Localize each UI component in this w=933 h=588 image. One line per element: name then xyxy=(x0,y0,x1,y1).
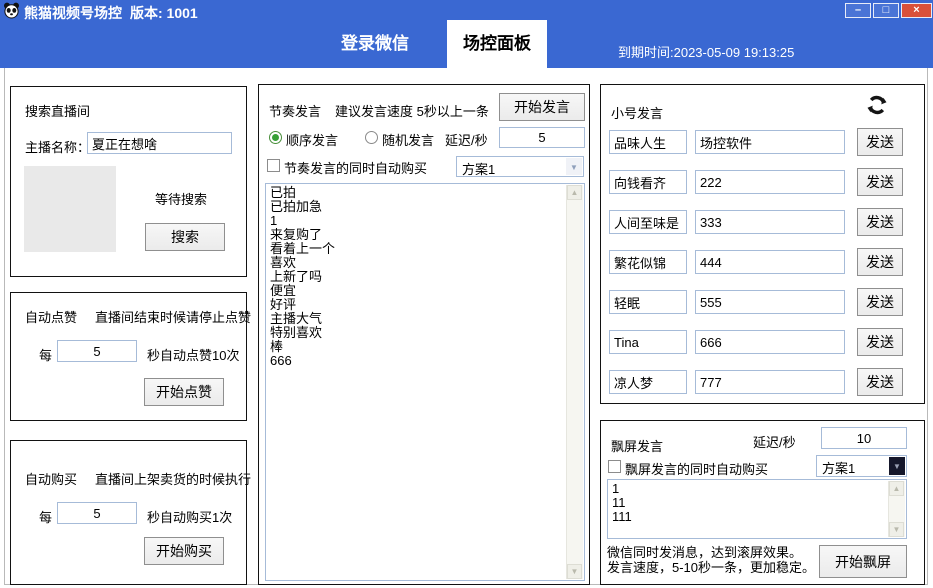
alt-name-input[interactable] xyxy=(609,370,687,394)
alt-name-input[interactable] xyxy=(609,250,687,274)
tab-control-panel[interactable]: 场控面板 xyxy=(447,20,547,68)
every-label: 每 xyxy=(39,507,52,526)
send-button[interactable]: 发送 xyxy=(857,368,903,396)
auto-buy-title: 自动购买 xyxy=(25,469,77,488)
rhythm-speed-hint: 建议发言速度 5秒以上一条 xyxy=(335,101,489,120)
app-version: 版本: 1001 xyxy=(130,3,198,23)
radio-random-label[interactable]: 随机发言 xyxy=(382,130,434,149)
auto-like-panel: 自动点赞 直播间结束时候请停止点赞 每 秒自动点赞10次 开始点赞 xyxy=(10,292,247,421)
search-status-text: 等待搜索 xyxy=(155,189,207,208)
rhythm-messages-textarea[interactable]: 已拍 已拍加急 1 来复购了 看着上一个 喜欢 上新了吗 便宜 好评 主播大气 … xyxy=(266,184,584,580)
app-title: 熊猫视频号场控 xyxy=(24,3,122,23)
alt-message-input[interactable] xyxy=(695,170,845,194)
alt-account-speech-panel: 小号发言 发送 发送 发送 发送 发送 发送 xyxy=(600,84,925,404)
float-screen-speech-panel: 飘屏发言 延迟/秒 飘屏发言的同时自动购买 方案1 ▼ 1 11 111 ▲ ▼… xyxy=(600,420,925,585)
scroll-up-icon[interactable]: ▲ xyxy=(889,481,904,496)
host-name-label: 主播名称： xyxy=(25,137,90,156)
search-button[interactable]: 搜索 xyxy=(145,223,225,251)
alt-message-input[interactable] xyxy=(695,330,845,354)
alt-message-input[interactable] xyxy=(695,130,845,154)
start-buy-button[interactable]: 开始购买 xyxy=(144,537,224,565)
live-room-thumbnail-placeholder xyxy=(24,166,116,252)
rhythm-title: 节奏发言 xyxy=(269,101,321,120)
rhythm-messages-area: 已拍 已拍加急 1 来复购了 看着上一个 喜欢 上新了吗 便宜 好评 主播大气 … xyxy=(265,183,585,581)
delay-seconds-label: 延迟/秒 xyxy=(445,130,488,149)
auto-buy-panel: 自动购买 直播间上架卖货的时候执行 每 秒自动购买1次 开始购买 xyxy=(10,440,247,585)
like-interval-input[interactable] xyxy=(57,340,137,362)
app-window: 熊猫视频号场控 版本: 1001 – □ × 登录微信 场控面板 到期时间:20… xyxy=(0,0,933,588)
expiry-time: 到期时间:2023-05-09 19:13:25 xyxy=(618,42,794,61)
float-panel-title: 飘屏发言 xyxy=(611,436,663,455)
plan-select[interactable]: 方案1 ▼ xyxy=(456,156,584,177)
host-name-input[interactable] xyxy=(87,132,232,154)
float-note-line2: 发言速度，5-10秒一条，更加稳定。 xyxy=(607,557,815,576)
radio-random-speech[interactable] xyxy=(365,131,378,144)
alt-message-input[interactable] xyxy=(695,250,845,274)
float-messages-area: 1 11 111 ▲ ▼ xyxy=(607,479,907,539)
plan-selected-value: 方案1 xyxy=(462,159,495,178)
radio-sequential-label[interactable]: 顺序发言 xyxy=(286,130,338,149)
float-messages-textarea[interactable]: 1 11 111 xyxy=(608,480,906,538)
rhythm-speech-panel: 节奏发言 建议发言速度 5秒以上一条 开始发言 顺序发言 随机发言 延迟/秒 节… xyxy=(258,84,590,585)
auto-buy-while-float-label[interactable]: 飘屏发言的同时自动购买 xyxy=(625,459,768,478)
tab-login-wechat[interactable]: 登录微信 xyxy=(300,20,450,68)
chevron-down-icon[interactable]: ▼ xyxy=(566,158,582,175)
alt-message-input[interactable] xyxy=(695,290,845,314)
panda-logo-icon xyxy=(3,2,20,19)
close-icon: × xyxy=(913,4,919,16)
radio-sequential-speech[interactable] xyxy=(269,131,282,144)
send-button[interactable]: 发送 xyxy=(857,248,903,276)
minimize-icon: – xyxy=(855,4,861,16)
close-button[interactable]: × xyxy=(901,3,932,18)
chevron-down-icon[interactable]: ▼ xyxy=(889,457,905,475)
send-button[interactable]: 发送 xyxy=(857,208,903,236)
alt-panel-title: 小号发言 xyxy=(611,103,663,122)
alt-name-input[interactable] xyxy=(609,170,687,194)
minimize-button[interactable]: – xyxy=(845,3,871,18)
send-button[interactable]: 发送 xyxy=(857,288,903,316)
send-button[interactable]: 发送 xyxy=(857,328,903,356)
buy-interval-input[interactable] xyxy=(57,502,137,524)
float-delay-input[interactable] xyxy=(821,427,907,449)
scroll-down-icon[interactable]: ▼ xyxy=(567,564,582,579)
buy-interval-suffix: 秒自动购买1次 xyxy=(147,507,232,526)
auto-like-hint: 直播间结束时候请停止点赞 xyxy=(95,307,251,326)
send-button[interactable]: 发送 xyxy=(857,128,903,156)
title-bar: 熊猫视频号场控 版本: 1001 – □ × 登录微信 场控面板 到期时间:20… xyxy=(0,0,933,68)
like-interval-suffix: 秒自动点赞10次 xyxy=(147,345,239,364)
auto-buy-while-speech-checkbox[interactable] xyxy=(267,159,280,172)
maximize-icon: □ xyxy=(883,4,890,16)
alt-name-input[interactable] xyxy=(609,330,687,354)
send-button[interactable]: 发送 xyxy=(857,168,903,196)
alt-message-input[interactable] xyxy=(695,370,845,394)
every-label: 每 xyxy=(39,345,52,364)
start-speech-button[interactable]: 开始发言 xyxy=(499,93,585,121)
float-plan-selected-value: 方案1 xyxy=(822,458,855,477)
float-delay-label: 延迟/秒 xyxy=(753,432,796,451)
search-live-room-panel: 搜索直播间 主播名称： 等待搜索 搜索 xyxy=(10,86,247,277)
rhythm-delay-input[interactable] xyxy=(499,127,585,148)
auto-like-title: 自动点赞 xyxy=(25,307,77,326)
alt-name-input[interactable] xyxy=(609,290,687,314)
auto-buy-while-float-checkbox[interactable] xyxy=(608,460,621,473)
start-float-button[interactable]: 开始飘屏 xyxy=(819,545,907,578)
start-like-button[interactable]: 开始点赞 xyxy=(144,378,224,406)
float-plan-select[interactable]: 方案1 ▼ xyxy=(816,455,907,477)
maximize-button[interactable]: □ xyxy=(873,3,899,18)
scroll-down-icon[interactable]: ▼ xyxy=(889,522,904,537)
float-scrollbar[interactable]: ▲ ▼ xyxy=(888,481,905,537)
rhythm-scrollbar[interactable]: ▲ ▼ xyxy=(566,185,583,579)
alt-name-input[interactable] xyxy=(609,210,687,234)
search-panel-title: 搜索直播间 xyxy=(25,101,90,120)
alt-message-input[interactable] xyxy=(695,210,845,234)
auto-buy-while-speech-label[interactable]: 节奏发言的同时自动购买 xyxy=(284,158,427,177)
alt-name-input[interactable] xyxy=(609,130,687,154)
refresh-accounts-icon[interactable] xyxy=(865,93,889,122)
scroll-up-icon[interactable]: ▲ xyxy=(567,185,582,200)
auto-buy-hint: 直播间上架卖货的时候执行 xyxy=(95,469,251,488)
